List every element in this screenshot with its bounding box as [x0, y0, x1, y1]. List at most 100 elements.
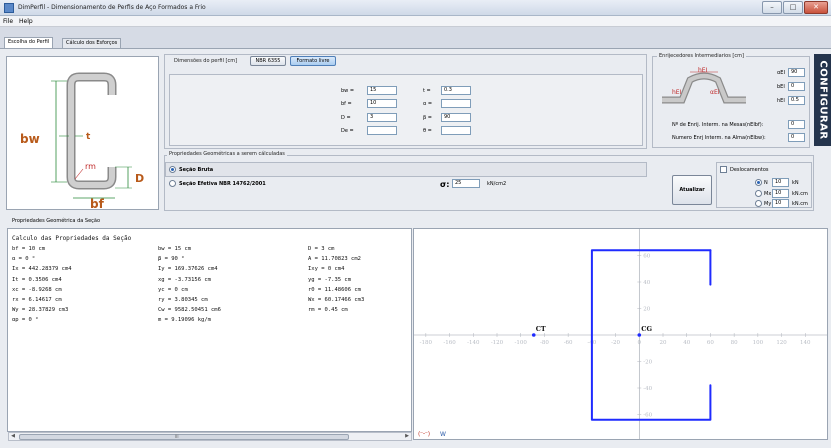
results-horizontal-scrollbar[interactable]: ◀ III ▶	[8, 432, 412, 441]
result-value: β = 90 °	[158, 256, 185, 263]
c-profile-drawing: bw bf D t rm	[20, 72, 144, 211]
disp-my-input[interactable]: 10	[772, 199, 789, 208]
section-plot-panel[interactable]: -180 -160 -140 -120 -100 -80 -60 -40 -20 0 20 40 60 8…	[413, 228, 828, 440]
de-field-label: De =	[341, 128, 354, 134]
result-value: xg = -3.73156 cm	[158, 276, 211, 283]
beta-input[interactable]: 90	[441, 113, 471, 122]
result-value: yg = -7.35 cm	[308, 276, 352, 283]
disp-n-label: N	[764, 180, 768, 186]
x-tick-label: 40	[683, 340, 690, 346]
t-field-label: t =	[423, 88, 431, 94]
t-input[interactable]: 0.3	[441, 86, 471, 95]
h-ei-input[interactable]: 0.5	[788, 96, 805, 105]
maximize-icon: □	[789, 3, 797, 11]
d-field-label: D =	[341, 115, 351, 121]
stiffener-fig-right-label: αEI	[710, 89, 720, 96]
y-tick-label: 20	[643, 307, 650, 313]
result-value: xc = -8.9268 cm	[12, 286, 62, 293]
result-value: bw = 15 cm	[158, 246, 192, 252]
x-tick-label: 140	[800, 340, 811, 346]
bf-field-label: bf =	[341, 101, 352, 107]
result-value: Wx = 60.17466 cm3	[308, 297, 365, 303]
effective-section-label: Seção Efetiva NBR 14762/2001	[179, 181, 266, 187]
tab-calculo-esforcos[interactable]: Cálculo dos Esforços	[62, 38, 122, 48]
stiffener-fig-left-label: hEI	[672, 89, 682, 96]
x-tick-label: -140	[467, 340, 480, 346]
effective-section-radio[interactable]	[169, 180, 176, 187]
b-ei-input[interactable]: 0	[788, 82, 805, 91]
de-input[interactable]	[367, 126, 397, 135]
result-value: ry = 3.80345 cm	[158, 297, 208, 303]
x-tick-label: 100	[753, 340, 764, 346]
scroll-thumb[interactable]: III	[19, 434, 349, 440]
stiffeners-legend: Enrijecedores Intermediarios [cm]	[657, 53, 746, 59]
maximize-button[interactable]: □	[783, 1, 803, 14]
atualizar-button[interactable]: Atualizar	[672, 175, 712, 205]
configurar-label: CONFIGURAR	[817, 60, 828, 140]
results-text-area[interactable]: Calculo das Propriedades da Seção bf = 1…	[7, 228, 412, 432]
stiffener-drawing: hEI hEI αEI	[662, 67, 746, 104]
n-ei-bf-label: Nº de Enrij. Interm. na Mesas(nEIbf):	[672, 122, 764, 128]
scroll-grip: III	[175, 434, 179, 439]
n-ei-bf-input[interactable]: 0	[788, 120, 805, 129]
disp-n-unit: kN	[792, 180, 799, 186]
formato-livre-button[interactable]: Formato livre	[290, 56, 336, 66]
alpha-input[interactable]	[441, 99, 471, 108]
gross-section-radio[interactable]	[169, 166, 176, 173]
window-title: DimPerfil - Dimensionamento de Perfis de…	[18, 4, 206, 11]
disp-n-radio[interactable]	[755, 179, 762, 186]
section-plot: -180 -160 -140 -120 -100 -80 -60 -40 -20 0 20 40 60 8…	[414, 229, 827, 439]
result-value: yc = 0 cm	[158, 286, 188, 293]
scroll-left-icon[interactable]: ◀	[9, 433, 17, 440]
disp-mx-radio[interactable]	[755, 190, 762, 197]
result-value: D = 3 cm	[308, 246, 335, 252]
disp-mx-input[interactable]: 10	[772, 189, 789, 198]
t-label: t	[86, 132, 91, 142]
x-tick-label: 120	[776, 340, 787, 346]
profile-diagram: bw bf D t rm	[6, 56, 159, 211]
y-tick-label: -40	[643, 386, 652, 392]
sigma-unit: kN/cm2	[487, 181, 507, 187]
menu-help[interactable]: Help	[19, 18, 33, 25]
result-value: rx = 6.14617 cm	[12, 297, 62, 303]
disp-my-radio[interactable]	[755, 200, 762, 207]
x-tick-label: 60	[707, 340, 714, 346]
d-input[interactable]: 3	[367, 113, 397, 122]
alpha-ei-input[interactable]: 90	[788, 68, 805, 77]
sigma-input[interactable]: 25	[452, 179, 480, 188]
gross-section-label: Seção Bruta	[179, 167, 214, 173]
nbr-6355-button[interactable]: NBR 6355	[250, 56, 286, 66]
bw-input[interactable]: 15	[367, 86, 397, 95]
tab-escolha-perfil[interactable]: Escolha do Perfil	[4, 37, 54, 48]
x-tick-label: 20	[660, 340, 667, 346]
point-label-cg: CG	[641, 325, 652, 333]
point-marker-ct	[531, 333, 536, 337]
n-ei-bw-input[interactable]: 0	[788, 133, 805, 142]
menu-file[interactable]: File	[3, 18, 13, 25]
minimize-button[interactable]: –	[762, 1, 782, 14]
displacements-checkbox[interactable]	[720, 166, 727, 173]
d-label: D	[135, 172, 144, 185]
plot-footer-label: W	[440, 431, 446, 438]
x-tick-label: -60	[564, 340, 573, 346]
h-ei-label: hEI	[777, 98, 785, 104]
displacements-label: Deslocamentos	[730, 167, 769, 173]
scroll-right-icon[interactable]: ▶	[403, 433, 411, 440]
configurar-button[interactable]: CONFIGURAR	[814, 54, 831, 146]
x-tick-label: 80	[731, 340, 738, 346]
gross-row	[165, 162, 647, 177]
bw-label: bw	[20, 132, 40, 146]
results-heading: Calculo das Propriedades da Seção	[12, 235, 132, 242]
theta-input[interactable]	[441, 126, 471, 135]
bf-input[interactable]: 10	[367, 99, 397, 108]
disp-n-input[interactable]: 10	[772, 178, 789, 187]
result-value: r0 = 11.48606 cm	[308, 286, 361, 293]
sigma-label: σ:	[440, 180, 450, 189]
close-button[interactable]: ✕	[804, 1, 828, 14]
stiffener-fig-top-label: hEI	[698, 67, 708, 74]
menu-bar: File Help	[0, 16, 831, 27]
result-value: αp = 0 °	[12, 317, 39, 324]
beta-field-label: β =	[423, 115, 432, 121]
theta-field-label: θ =	[423, 128, 432, 134]
x-tick-label: 0	[638, 340, 642, 346]
